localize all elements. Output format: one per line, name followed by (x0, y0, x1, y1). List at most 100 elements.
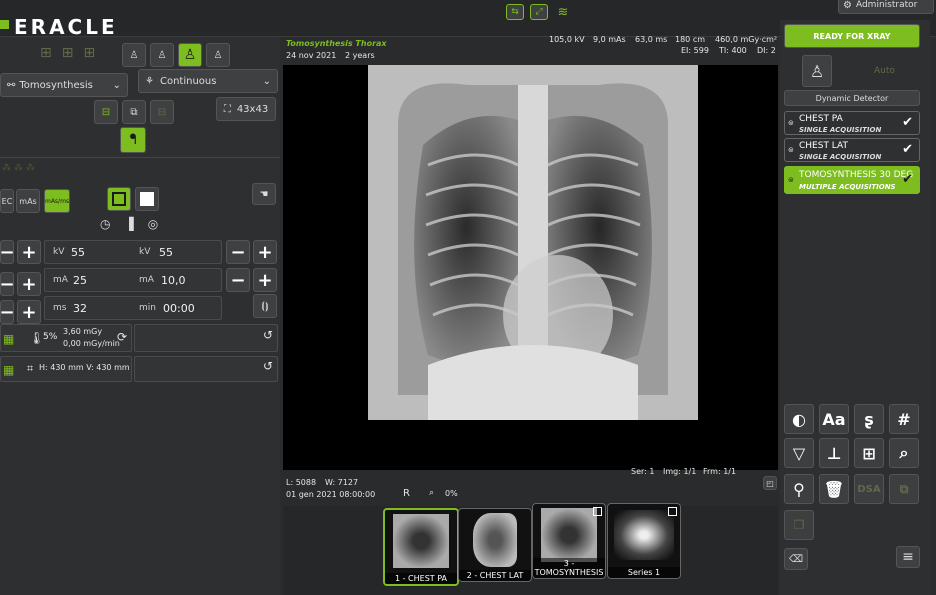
position-standing-alt-icon[interactable]: ♙ (206, 43, 230, 67)
annotation-text-tool[interactable]: Aa (819, 404, 849, 434)
thumbnail-image (541, 508, 597, 562)
exam-item-chest-pa[interactable]: ⊜ CHEST PA SINGLE ACQUISITION ✔ (784, 111, 920, 135)
cassette-icons: ⊟ ⧉ ⊟ (94, 100, 174, 124)
orientation-marker: R (403, 488, 410, 499)
position-standing-arm-icon[interactable]: ♙ (122, 43, 146, 67)
dimension-text: H: 430 mm V: 430 mm (39, 363, 130, 372)
exam-icon: ⊜ (788, 119, 794, 127)
stitch-icon[interactable]: ⧉ (889, 474, 919, 504)
position-standing-icon[interactable]: ♙ (150, 43, 174, 67)
field-size-button[interactable]: ⛶ 43x43 (216, 97, 276, 121)
network-icon[interactable]: ⇆ (506, 4, 524, 20)
undo-icon[interactable]: ↺ (263, 328, 273, 342)
thumbnail-3[interactable]: 3 - TOMOSYNTHESIS (532, 503, 606, 579)
thumbnail-label: 2 - CHEST LAT (459, 570, 531, 581)
xray-viewport[interactable] (283, 65, 778, 470)
top-status-icons: ⇆ ⤢ ≋ (506, 4, 572, 20)
thermometer-icon: 🌡︎ (29, 331, 45, 345)
refresh-icon[interactable]: ⟳ (117, 330, 127, 344)
grid-green-icon: ▦ (3, 332, 15, 346)
timer-icon[interactable]: ◷ (100, 217, 110, 231)
kv-value: 55 (71, 246, 85, 259)
focus-small-icon[interactable] (135, 187, 159, 211)
ready-for-xray-button[interactable]: READY FOR XRAY (784, 24, 920, 48)
ma-field[interactable]: mA 25 mA 10,0 (44, 268, 222, 292)
exam-item-chest-lat[interactable]: ⊜ CHEST LAT SINGLE ACQUISITION ✔ (784, 138, 920, 162)
kv-right-minus-button[interactable]: − (226, 240, 250, 264)
thumbnail-2[interactable]: 2 - CHEST LAT (458, 508, 532, 582)
zoom-icon[interactable]: ⌕ (429, 488, 434, 498)
kv-plus-button[interactable]: + (17, 240, 41, 264)
dose-percent: 5% (43, 332, 58, 342)
eraser-icon[interactable]: ⌫ (784, 548, 808, 570)
overlay-icon[interactable]: ❐ (784, 510, 814, 540)
ms-label: ms (53, 303, 67, 313)
thumbnail-4[interactable]: Series 1 (607, 503, 681, 579)
ms-value: 32 (73, 302, 87, 315)
fullscreen-icon[interactable]: ◰ (763, 476, 777, 490)
detector-selector[interactable]: Dynamic Detector (784, 90, 920, 106)
collimator-icon: ⛶ (223, 103, 231, 115)
ma-right-minus-button[interactable]: − (226, 268, 250, 292)
tech-ei: EI: 599 (681, 46, 709, 55)
focus-large-icon[interactable] (107, 187, 131, 211)
ma-plus-button[interactable]: + (17, 272, 41, 296)
database-icon[interactable]: ≋ (554, 4, 572, 20)
dose-row: ▦ 🌡︎ 5% 3,60 mGy 0,00 mGy/min ⟳ (0, 324, 132, 352)
position-icons: ♙ ♙ ♙ ♙ (122, 43, 230, 67)
eye-icon[interactable]: ◎ (148, 217, 158, 231)
kv-minus-button[interactable]: − (0, 240, 15, 264)
kv-right-plus-button[interactable]: + (253, 240, 277, 264)
thumbnail-label: 3 - TOMOSYNTHESIS (533, 558, 605, 578)
exam-item-tomosynthesis[interactable]: ⊜ TOMOSYNTHESIS 30 DEG MULTIPLE ACQUISIT… (784, 166, 920, 194)
protocol-dropdown[interactable]: ⚯ Tomosynthesis ⌄ (0, 73, 128, 97)
check-icon: ✔ (902, 142, 913, 157)
ec-button[interactable]: EC (0, 189, 14, 213)
grid-select-icon[interactable]: ⧉ (122, 100, 146, 124)
ma-minus-button[interactable]: − (0, 272, 15, 296)
user-button[interactable]: ⚙ Administrator (838, 0, 934, 14)
contrast-tool-icon[interactable]: ◐ (784, 404, 814, 434)
hand-icon[interactable]: ☚ (252, 183, 276, 205)
mas-ms-button[interactable]: mAs/ms (44, 189, 70, 213)
tech-kv: 105,0 kV (549, 35, 585, 44)
patient-standing-icon[interactable]: ♙ (802, 55, 832, 87)
patient-lying-icon: ⊞ (83, 45, 96, 61)
filter-icon[interactable]: ▐ (124, 217, 133, 231)
position-standing-front-icon[interactable]: ♙ (178, 43, 202, 67)
worklist-icon[interactable]: ⤢ (530, 4, 548, 20)
dose-rate: 0,00 mGy/min (63, 339, 120, 348)
tube-icon[interactable]: ᖳ (120, 127, 146, 153)
thumbnail-1[interactable]: 1 - CHEST PA (383, 508, 459, 586)
ms-timer-button[interactable]: ⦗⦘ (253, 294, 277, 318)
undo-icon[interactable]: ↺ (263, 359, 273, 373)
patient-age: 2 years (345, 51, 375, 60)
min-label: min (139, 303, 156, 313)
trash-icon[interactable]: 🗑︎ (819, 474, 849, 504)
filter-tool-icon[interactable]: ▽ (784, 438, 814, 468)
right-panel (780, 20, 930, 595)
ma-set-label: mA (139, 275, 154, 285)
study-title: Tomosynthesis Thorax (286, 39, 387, 48)
curve-tool-icon[interactable]: ʂ (854, 404, 884, 434)
mas-button[interactable]: mAs (16, 189, 40, 213)
layout-grid-icon[interactable]: ⊞ (854, 438, 884, 468)
dsa-button[interactable]: DSA (854, 474, 884, 504)
menu-icon[interactable]: ≡ (896, 546, 920, 568)
multi-frame-icon (593, 507, 602, 516)
kv-set-label: kV (139, 247, 151, 257)
magnifier-icon[interactable]: ⌕ (889, 438, 919, 468)
ms-minus-button[interactable]: − (0, 300, 15, 324)
marker-pin-icon[interactable]: ⚲ (784, 474, 814, 504)
kv-field[interactable]: kV 55 kV 55 (44, 240, 222, 264)
plus-icon: + (21, 241, 37, 263)
crop-tool-icon[interactable]: # (889, 404, 919, 434)
grid-alt-icon[interactable]: ⊟ (150, 100, 174, 124)
save-icon[interactable]: ⊟ (94, 100, 118, 124)
ms-field[interactable]: ms 32 min 00:00 (44, 296, 222, 320)
ruler-tool-icon[interactable]: ⊥ (819, 438, 849, 468)
mode-dropdown[interactable]: ⚘ Continuous ⌄ (138, 69, 278, 93)
ms-plus-button[interactable]: + (17, 300, 41, 324)
ma-right-plus-button[interactable]: + (253, 268, 277, 292)
exam-icon: ⊜ (788, 146, 794, 154)
